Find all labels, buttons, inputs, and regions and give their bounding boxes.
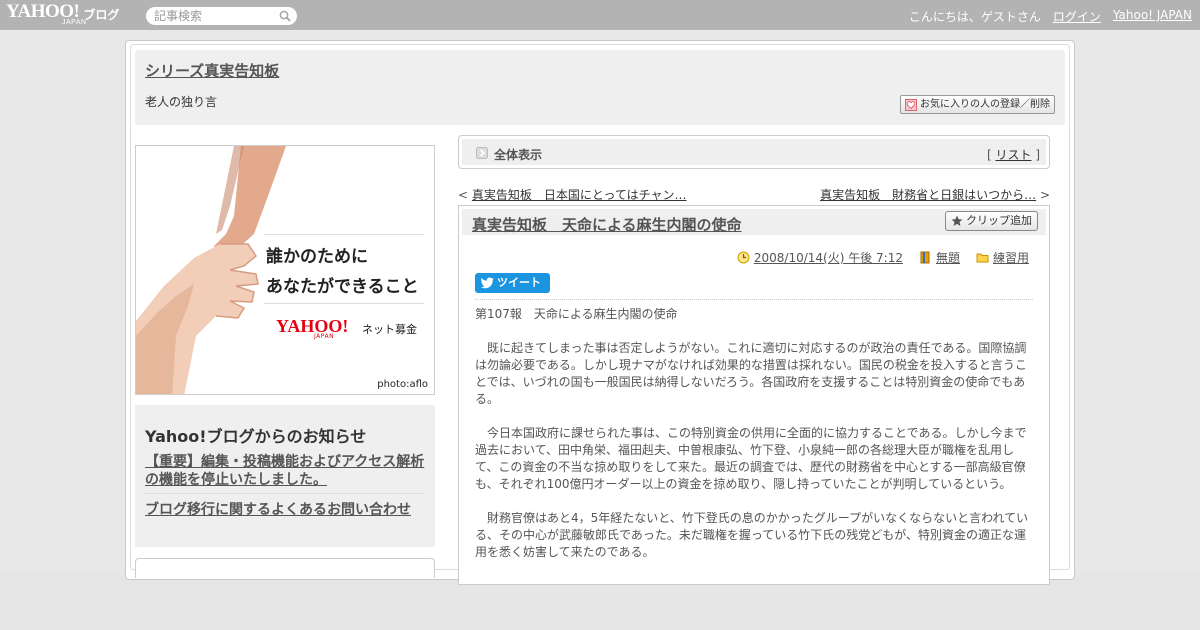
list-view-link[interactable]: リスト [995,148,1031,162]
clip-add-label: クリップ追加 [966,214,1032,227]
article-paragraph: 今日本国政府に課せられた事は、この特別資金の供用に全面的に協力することである。し… [475,426,1027,491]
sidebar-module [135,558,435,578]
banner-yahoo-logo: YAHOO! [276,316,349,336]
notice-link-important[interactable]: 【重要】編集・投稿機能およびアクセス解析の機能を停止いたしました。 [145,453,427,489]
banner-photo-credit: photo:aflo [377,379,428,390]
notice-box: Yahoo!ブログからのお知らせ 【重要】編集・投稿機能およびアクセス解析の機能… [135,405,435,547]
tweet-label: ツイート [497,276,541,289]
global-header: YAHOO! JAPAN ブログ こんにちは、ゲストさん ログイン Yahoo!… [0,0,1200,30]
view-toggle-inner: 全体表示 [ リスト ] [462,139,1046,165]
banner-line2: あなたができること [266,277,419,297]
login-link[interactable]: ログイン [1053,8,1101,25]
article-paragraph: 既に起きてしまった事は否定しようがない。これに適切に対応するのが政治の責任である… [475,341,1027,406]
view-toggle-bar: 全体表示 [ リスト ] [458,135,1050,169]
article-header: 真実告知板 天命による麻生内閣の使命 クリップ追加 [462,209,1046,235]
banner-divider-bottom [264,303,424,304]
prev-article-link[interactable]: 真実告知板 日本国にとってはチャン… [472,188,687,202]
list-view-control: [ リスト ] [987,146,1040,163]
clip-add-button[interactable]: クリップ追加 [945,211,1038,231]
search-icon[interactable] [279,10,291,22]
logo-blog-text: ブログ [83,8,120,22]
article-meta: 2008/10/14(火) 午後 7:12 無題 練習用 [737,249,1029,266]
heart-icon [905,99,917,111]
next-article-nav: 真実告知板 財務省と日銀はいつから… > [820,186,1050,203]
search-input[interactable] [154,8,274,24]
article-theme-link[interactable]: 無題 [936,249,960,266]
article-theme-item: 無題 [919,249,960,266]
yahoo-japan-link[interactable]: Yahoo! JAPAN [1113,8,1192,25]
book-icon [920,251,930,264]
favorite-register-label: お気に入りの人の登録／削除 [920,99,1050,110]
list-bracket-close: ] [1031,148,1040,162]
charity-banner[interactable]: 誰かのために あなたができること YAHOO! JAPAN ネット募金 phot… [135,145,435,395]
tweet-button[interactable]: ツイート [475,273,550,293]
article-date-item: 2008/10/14(火) 午後 7:12 [737,249,903,266]
yahoo-blog-logo[interactable]: YAHOO! JAPAN ブログ [6,2,120,27]
handshake-image [136,146,286,394]
greeting-text: こんにちは、ゲストさん [908,10,1041,24]
next-article-link[interactable]: 真実告知板 財務省と日銀はいつから… [820,188,1036,202]
prev-article-nav: < 真実告知板 日本国にとってはチャン… [458,186,687,203]
blog-header: シリーズ真実告知板 老人の独り言 お気に入りの人の登録／削除 [135,50,1065,125]
article-paragraph: 第107報 天命による麻生内閣の使命 [475,307,678,321]
arrow-right-icon [476,147,488,159]
banner-divider-top [264,234,424,235]
article-date-link[interactable]: 2008/10/14(火) 午後 7:12 [754,249,903,266]
folder-icon [976,253,989,263]
logo-japan-text: JAPAN [62,19,87,26]
clock-icon [737,251,750,264]
article-divider [475,299,1033,300]
article: 真実告知板 天命による麻生内閣の使命 クリップ追加 2008/10/14(火) … [458,205,1050,585]
article-category-link[interactable]: 練習用 [993,249,1029,266]
article-body: 第107報 天命による麻生内閣の使命 既に起きてしまった事は否定しようがない。こ… [475,306,1033,578]
article-title-link[interactable]: 真実告知板 天命による麻生内閣の使命 [472,214,742,235]
blog-title-link[interactable]: シリーズ真実告知板 [145,60,279,81]
banner-tagline: ネット募金 [362,323,417,336]
notice-link-faq[interactable]: ブログ移行に関するよくあるお問い合わせ [145,499,411,519]
next-arrow: > [1036,188,1050,202]
favorite-register-button[interactable]: お気に入りの人の登録／削除 [900,95,1055,114]
banner-line1: 誰かのために [266,247,368,267]
prev-arrow: < [458,188,472,202]
blog-description: 老人の独り言 [145,95,218,109]
banner-yahoo-japan: JAPAN [314,333,335,340]
notice-divider [145,493,425,494]
search-box [146,7,297,25]
article-category-item: 練習用 [976,249,1029,266]
article-paragraph: 財務官僚はあと4，5年経たないと、竹下登氏の息のかかったグループがいなくならない… [475,511,1029,559]
full-view-label: 全体表示 [494,148,543,162]
notice-title: Yahoo!ブログからのお知らせ [145,427,367,446]
twitter-bird-icon [481,277,494,289]
star-icon [951,215,963,226]
user-nav: こんにちは、ゲストさん ログイン Yahoo! JAPAN [909,8,1192,25]
